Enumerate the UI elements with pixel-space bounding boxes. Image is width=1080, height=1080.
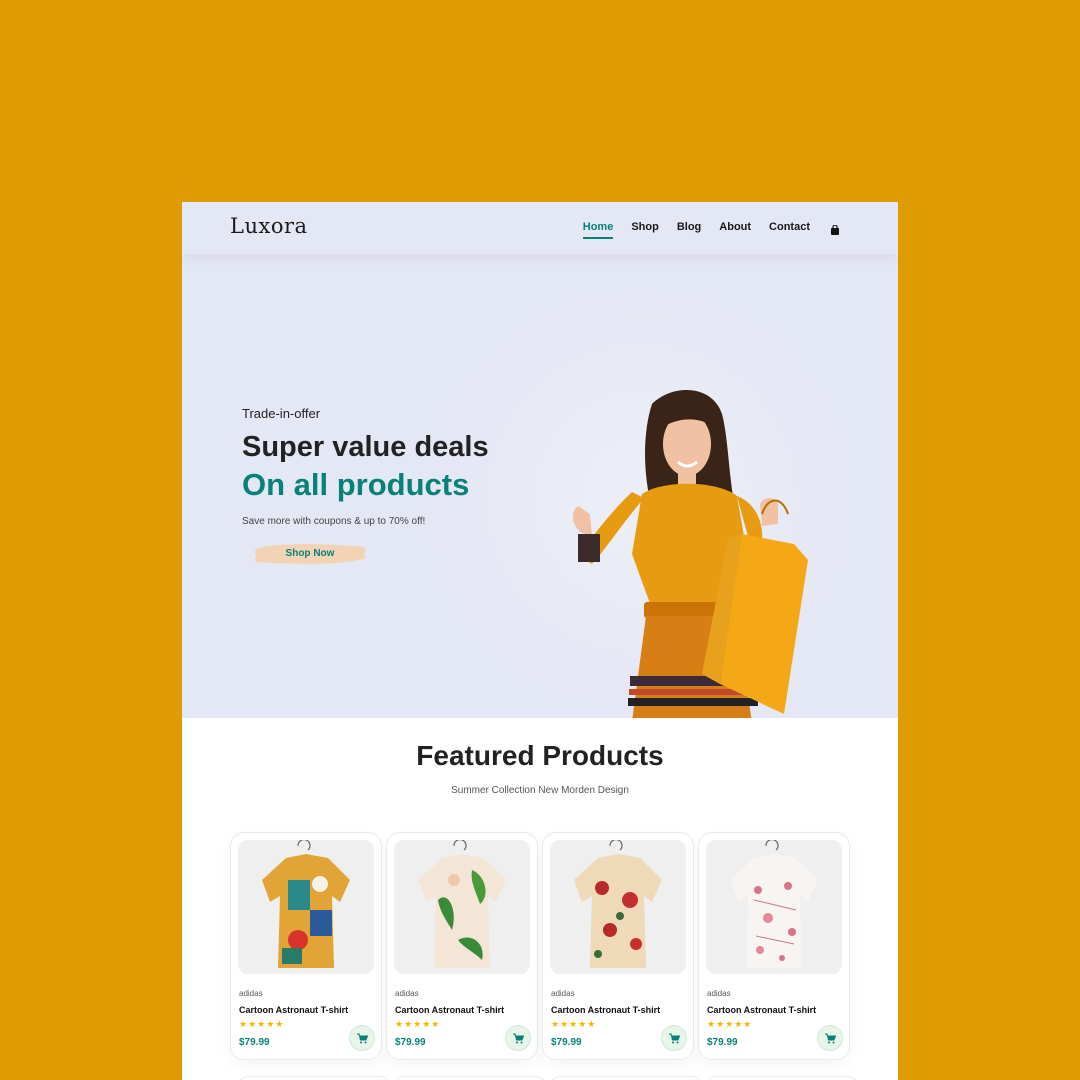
product-image	[706, 840, 842, 974]
shop-now-button[interactable]: Shop Now	[252, 540, 368, 568]
hero-highlight: On all products	[242, 467, 470, 502]
add-to-cart-button[interactable]	[661, 1025, 687, 1051]
shirt-image	[730, 840, 818, 968]
hero-offer: Trade-in-offer	[242, 406, 321, 421]
product-brand: adidas	[551, 989, 575, 998]
featured-title: Featured Products	[416, 740, 664, 771]
product-price: $79.99	[395, 1037, 426, 1048]
logo: Luxora	[230, 214, 308, 238]
product-name[interactable]: Cartoon Astronaut T-shirt	[239, 1005, 348, 1015]
shop-now-label: Shop Now	[285, 548, 335, 559]
product-price: $79.99	[707, 1037, 738, 1048]
product-card[interactable]: adidas Cartoon Astronaut T-shirt ★★★★★ $…	[386, 832, 538, 1060]
hero-subtitle: Save more with coupons & up to 70% off!	[242, 516, 426, 527]
product-name[interactable]: Cartoon Astronaut T-shirt	[707, 1005, 816, 1015]
add-to-cart-button[interactable]	[505, 1025, 531, 1051]
star-rating: ★★★★★	[707, 1019, 753, 1029]
product-brand: adidas	[707, 989, 731, 998]
shopping-bag-icon[interactable]	[830, 222, 840, 235]
shirt-image	[574, 840, 662, 968]
next-row-cards	[230, 1076, 858, 1080]
nav-contact[interactable]: Contact	[769, 221, 810, 233]
website-mockup: Luxora Home Shop Blog About Contact Trad…	[182, 202, 898, 1080]
product-price: $79.99	[551, 1037, 582, 1048]
star-rating: ★★★★★	[239, 1019, 285, 1029]
hero-title: Super value deals	[242, 431, 489, 463]
product-image	[238, 840, 374, 974]
nav-shop[interactable]: Shop	[631, 221, 659, 233]
product-brand: adidas	[239, 989, 263, 998]
site-header: Luxora Home Shop Blog About Contact	[182, 202, 898, 254]
star-rating: ★★★★★	[551, 1019, 597, 1029]
product-card[interactable]: adidas Cartoon Astronaut T-shirt ★★★★★ $…	[230, 832, 382, 1060]
product-name[interactable]: Cartoon Astronaut T-shirt	[551, 1005, 660, 1015]
product-card[interactable]: adidas Cartoon Astronaut T-shirt ★★★★★ $…	[542, 832, 694, 1060]
product-brand: adidas	[395, 989, 419, 998]
nav-about[interactable]: About	[719, 221, 751, 233]
cart-icon	[356, 1033, 368, 1043]
product-price: $79.99	[239, 1037, 270, 1048]
shirt-image	[262, 840, 350, 968]
main-nav: Home Shop Blog About Contact	[565, 221, 840, 239]
card-edge	[706, 1076, 858, 1080]
card-edge	[550, 1076, 702, 1080]
model-with-shopping-bag-image	[572, 390, 808, 718]
nav-blog[interactable]: Blog	[677, 221, 701, 233]
hero-section: Trade-in-offer Super value deals On all …	[182, 254, 898, 718]
add-to-cart-button[interactable]	[817, 1025, 843, 1051]
cart-icon	[824, 1033, 836, 1043]
card-edge	[394, 1076, 546, 1080]
cart-icon	[668, 1033, 680, 1043]
cart-icon	[512, 1033, 524, 1043]
product-card[interactable]: adidas Cartoon Astronaut T-shirt ★★★★★ $…	[698, 832, 850, 1060]
card-edge	[238, 1076, 390, 1080]
add-to-cart-button[interactable]	[349, 1025, 375, 1051]
product-name[interactable]: Cartoon Astronaut T-shirt	[395, 1005, 504, 1015]
star-rating: ★★★★★	[395, 1019, 441, 1029]
nav-home[interactable]: Home	[582, 221, 613, 239]
product-image	[394, 840, 530, 974]
product-image	[550, 840, 686, 974]
featured-subtitle: Summer Collection New Morden Design	[451, 785, 629, 796]
shirt-image	[418, 840, 506, 968]
